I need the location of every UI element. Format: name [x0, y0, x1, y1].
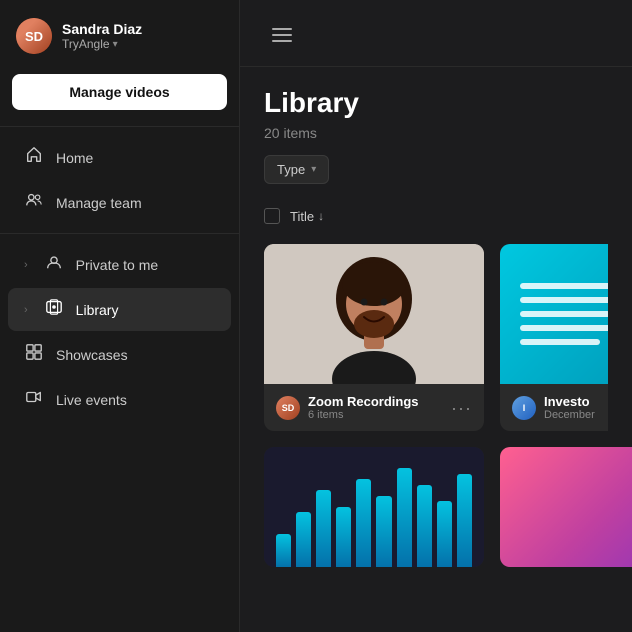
nav-divider	[0, 233, 239, 234]
live-events-icon	[24, 388, 44, 411]
type-filter-dropdown[interactable]: Type ▾	[264, 155, 329, 184]
card-avatar-zoom: SD	[276, 396, 300, 420]
hamburger-line-3	[272, 40, 292, 42]
card-more-menu-zoom[interactable]: ···	[451, 399, 472, 417]
doc-line-3	[520, 311, 608, 317]
workspace-label[interactable]: TryAngle ▾	[62, 37, 142, 51]
sidebar-item-live-events[interactable]: Live events	[8, 378, 231, 421]
live-events-label: Live events	[56, 392, 215, 408]
card-thumbnail-gradient	[500, 447, 632, 567]
library-label: Library	[76, 302, 215, 318]
doc-line-4	[520, 325, 608, 331]
chart-bar-3	[316, 490, 331, 567]
sidebar-item-library[interactable]: › Library	[8, 288, 231, 331]
card-investor[interactable]: I Investo December	[500, 244, 608, 431]
page-title: Library	[264, 87, 608, 119]
manage-team-label: Manage team	[56, 195, 215, 211]
doc-line-5	[520, 339, 600, 345]
table-header: Title ↓	[264, 200, 608, 232]
chart-bar-8	[417, 485, 432, 568]
type-filter-chevron-icon: ▾	[311, 164, 316, 175]
user-profile-header[interactable]: SD Sandra Diaz TryAngle ▾	[0, 0, 239, 70]
item-count: 20 items	[264, 125, 608, 141]
main-header	[240, 0, 632, 67]
chart-bar-6	[376, 496, 391, 568]
showcases-icon	[24, 343, 44, 366]
hamburger-line-1	[272, 28, 292, 30]
card-thumbnail-person	[264, 244, 484, 384]
card-avatar-investor: I	[512, 396, 536, 420]
chart-bar-4	[336, 507, 351, 568]
manage-team-icon	[24, 191, 44, 214]
card-info-investor: Investo December	[544, 394, 608, 421]
private-icon	[44, 253, 64, 276]
library-content: Library 20 items Type ▾ Title ↓	[240, 67, 632, 632]
showcases-label: Showcases	[56, 347, 215, 363]
library-icon	[44, 298, 64, 321]
card-footer-investor: I Investo December	[500, 384, 608, 431]
card-gradient[interactable]	[500, 447, 632, 567]
home-label: Home	[56, 150, 215, 166]
chart-bar-1	[276, 534, 291, 567]
avatar: SD	[16, 18, 52, 54]
sort-arrow-icon: ↓	[318, 209, 324, 223]
sidebar-item-showcases[interactable]: Showcases	[8, 333, 231, 376]
hamburger-line-2	[272, 34, 292, 36]
user-name: Sandra Diaz	[62, 21, 142, 37]
card-footer-zoom: SD Zoom Recordings 6 items ···	[264, 384, 484, 431]
chart-bar-9	[437, 501, 452, 567]
main-content: Library 20 items Type ▾ Title ↓	[240, 0, 632, 632]
chart-bar-2	[296, 512, 311, 567]
card-sub-zoom: 6 items	[308, 409, 443, 421]
chart-bar-5	[356, 479, 371, 567]
avatar-image: SD	[16, 18, 52, 54]
divider-top	[0, 126, 239, 127]
private-label: Private to me	[76, 257, 215, 273]
workspace-chevron-icon: ▾	[113, 39, 118, 50]
sidebar-item-home[interactable]: Home	[8, 136, 231, 179]
card-info-zoom: Zoom Recordings 6 items	[308, 394, 443, 421]
card-sub-investor: December	[544, 409, 608, 421]
doc-lines	[520, 283, 608, 345]
filter-bar: Type ▾	[264, 155, 608, 184]
hamburger-button[interactable]	[264, 20, 300, 50]
select-all-checkbox[interactable]	[264, 208, 280, 224]
chart-bar-10	[457, 474, 472, 568]
card-name-zoom: Zoom Recordings	[308, 394, 443, 409]
title-column-header: Title ↓	[290, 209, 324, 224]
person-illustration	[264, 244, 484, 384]
doc-line-2	[520, 297, 608, 303]
sidebar-item-manage-team[interactable]: Manage team	[8, 181, 231, 224]
chart-bar-7	[397, 468, 412, 567]
sidebar-item-private-to-me[interactable]: › Private to me	[8, 243, 231, 286]
cards-grid-row2	[264, 447, 608, 567]
card-thumbnail-cyan	[500, 244, 608, 384]
user-info: Sandra Diaz TryAngle ▾	[62, 21, 142, 51]
type-filter-label: Type	[277, 162, 305, 177]
cards-grid-row1: SD Zoom Recordings 6 items ···	[264, 244, 608, 431]
manage-videos-button[interactable]: Manage videos	[12, 74, 227, 110]
doc-line-1	[520, 283, 608, 289]
sidebar: SD Sandra Diaz TryAngle ▾ Manage videos …	[0, 0, 240, 632]
card-thumbnail-chart	[264, 447, 484, 567]
card-name-investor: Investo	[544, 394, 608, 409]
expand-arrow-library: ›	[24, 304, 28, 316]
card-chart[interactable]	[264, 447, 484, 567]
expand-arrow-private: ›	[24, 259, 28, 271]
home-icon	[24, 146, 44, 169]
card-zoom-recordings[interactable]: SD Zoom Recordings 6 items ···	[264, 244, 484, 431]
